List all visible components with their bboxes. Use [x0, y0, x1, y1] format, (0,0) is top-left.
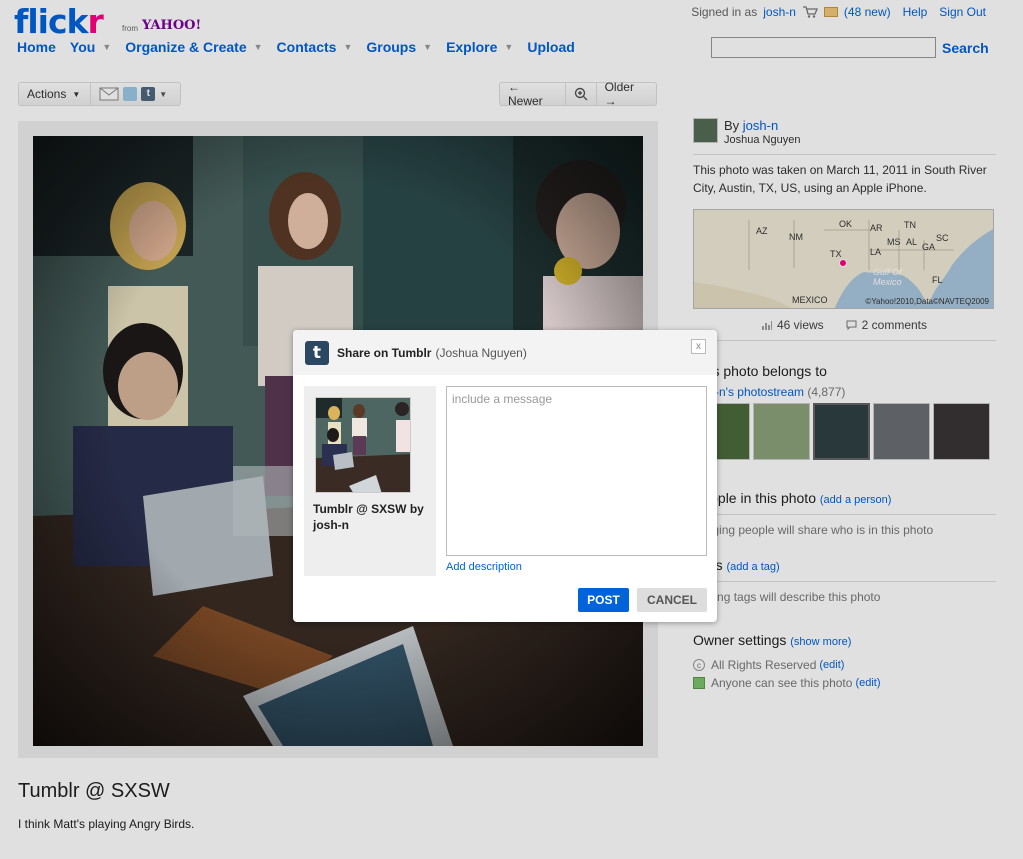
share-caption: Tumblr @ SXSW by josh-n: [313, 502, 424, 532]
post-button[interactable]: POST: [578, 588, 629, 612]
add-description-link[interactable]: Add description: [446, 561, 522, 573]
thumbnail-image: [316, 398, 410, 492]
cancel-button[interactable]: CANCEL: [637, 588, 707, 612]
dialog-title: Share on Tumblr: [337, 345, 432, 360]
tumblr-icon: t: [305, 340, 329, 365]
share-preview: Tumblr @ SXSW by josh-n: [304, 386, 436, 576]
share-tumblr-dialog: t Share on Tumblr (Joshua Nguyen) x Tumb…: [293, 330, 717, 622]
close-icon[interactable]: x: [691, 339, 706, 354]
message-textarea[interactable]: [446, 386, 707, 556]
share-thumbnail: [315, 397, 411, 493]
dialog-header: t Share on Tumblr (Joshua Nguyen) x: [293, 330, 717, 375]
dialog-subtitle: (Joshua Nguyen): [435, 345, 527, 360]
